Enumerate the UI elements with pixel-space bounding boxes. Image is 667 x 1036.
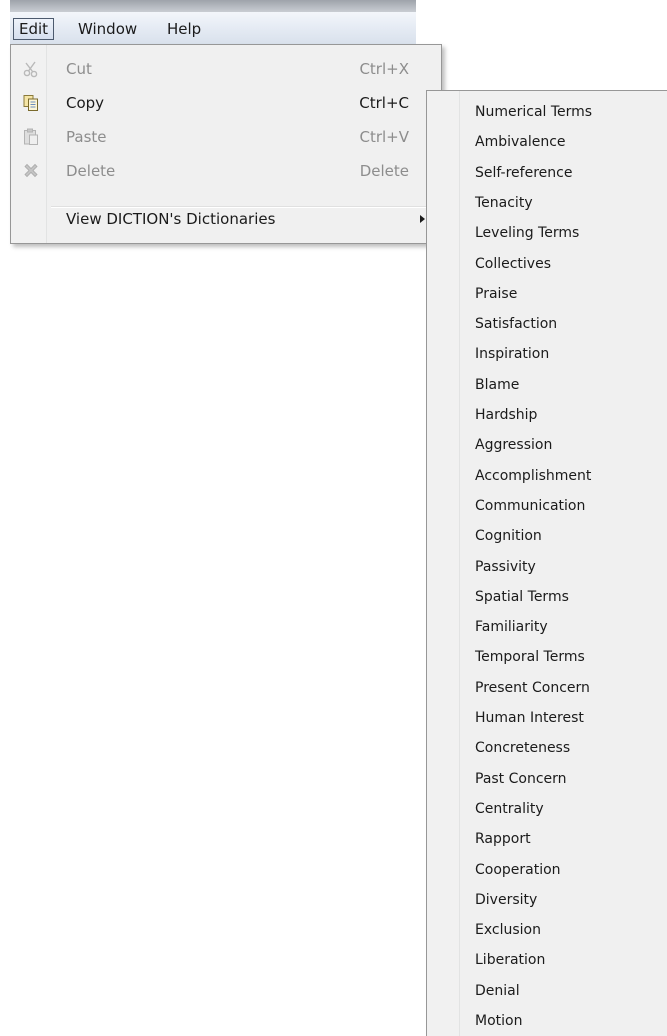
menu-item-copy[interactable]: Copy Ctrl+C [13, 87, 439, 119]
dictionary-item-label: Cooperation [475, 861, 561, 878]
menu-help[interactable]: Help [162, 18, 206, 40]
dictionary-item-label: Centrality [475, 800, 544, 817]
dictionary-item-label: Exclusion [475, 922, 541, 939]
edit-dropdown-menu: Cut Ctrl+X Copy Ctrl+C Paste Ctrl+V Dele… [10, 44, 442, 244]
dictionary-item[interactable]: Denial [427, 976, 667, 1006]
dictionary-item[interactable]: Centrality [427, 794, 667, 824]
menu-item-paste[interactable]: Paste Ctrl+V [13, 121, 439, 153]
dictionary-item[interactable]: Aggression [427, 430, 667, 460]
menu-item-shortcut: Ctrl+C [359, 94, 409, 112]
dictionary-item-label: Denial [475, 982, 520, 999]
dictionary-item[interactable]: Ambivalence [427, 127, 667, 157]
dictionary-item-label: Human Interest [475, 710, 584, 726]
dictionary-item[interactable]: Diversity [427, 885, 667, 915]
dictionary-item[interactable]: Liberation [427, 945, 667, 975]
menu-item-cut[interactable]: Cut Ctrl+X [13, 53, 439, 85]
menu-bar: Edit Window Help [10, 12, 416, 45]
dictionary-item[interactable]: Tenacity [427, 188, 667, 218]
dictionary-item-label: Tenacity [475, 194, 533, 211]
dictionary-item-label: Numerical Terms [475, 104, 593, 120]
dictionary-item[interactable]: Familiarity [427, 612, 667, 642]
dictionary-item[interactable]: Passivity [427, 552, 667, 582]
dictionary-item[interactable]: Praise [427, 279, 667, 309]
dictionary-item-label: Spatial Terms [475, 588, 569, 605]
dictionary-item-label: Past Concern [475, 770, 567, 787]
delete-icon [22, 162, 40, 180]
dictionary-item-label: Self-reference [475, 164, 573, 181]
submenu-arrow-icon [420, 215, 425, 223]
dictionary-item-label: Temporal Terms [475, 649, 585, 666]
dictionary-item[interactable]: Human Interest [427, 703, 667, 733]
dictionary-item-label: Motion [475, 1013, 523, 1029]
dictionary-item[interactable]: Collectives [427, 249, 667, 279]
dictionary-item-label: Diversity [475, 891, 538, 908]
dictionary-item[interactable]: Communication [427, 491, 667, 521]
menu-item-shortcut: Ctrl+X [359, 60, 409, 78]
menu-window[interactable]: Window [73, 18, 142, 40]
dictionary-item-label: Blame [475, 376, 520, 393]
dictionary-item-label: Liberation [475, 952, 546, 969]
dictionary-item[interactable]: Motion [427, 1006, 667, 1036]
dictionary-item-label: Rapport [475, 831, 531, 848]
menu-item-label: Delete [66, 162, 116, 180]
dictionaries-submenu: Numerical Terms Ambivalence Self-reference… [426, 90, 667, 1036]
scissors-icon [22, 60, 40, 78]
menu-item-shortcut: Delete [359, 162, 409, 180]
dictionary-item[interactable]: Past Concern [427, 764, 667, 794]
dictionary-item[interactable]: Rapport [427, 824, 667, 854]
menu-item-label: Cut [66, 60, 92, 78]
dictionary-item[interactable]: Temporal Terms [427, 642, 667, 672]
dictionary-item[interactable]: Satisfaction [427, 309, 667, 339]
menu-item-label: View DICTION's Dictionaries [66, 210, 276, 228]
dictionary-item-label: Communication [475, 497, 586, 514]
menu-item-label: Paste [66, 128, 107, 146]
menu-item-delete[interactable]: Delete Delete [13, 155, 439, 187]
dictionary-item[interactable]: Leveling Terms [427, 218, 667, 248]
dictionary-item[interactable]: Spatial Terms [427, 582, 667, 612]
dictionary-item-label: Satisfaction [475, 316, 558, 333]
menu-item-shortcut: Ctrl+V [359, 128, 409, 146]
copy-icon [22, 94, 40, 112]
dictionary-item-label: Accomplishment [475, 467, 592, 484]
dictionary-item-label: Concreteness [475, 740, 571, 757]
dictionary-item-label: Ambivalence [475, 134, 566, 151]
dictionary-item[interactable]: Concreteness [427, 733, 667, 763]
dictionary-item-label: Praise [475, 285, 518, 302]
dictionary-item-label: Hardship [475, 407, 538, 423]
dictionary-item[interactable]: Self-reference [427, 158, 667, 188]
dictionary-item[interactable]: Cooperation [427, 855, 667, 885]
dictionary-item-label: Familiarity [475, 619, 548, 636]
title-bar-strip [10, 0, 416, 12]
menu-item-label: Copy [66, 94, 105, 112]
dictionary-item[interactable]: Accomplishment [427, 461, 667, 491]
dictionary-item-label: Leveling Terms [475, 225, 580, 242]
menu-item-view-dictionaries[interactable]: View DICTION's Dictionaries [13, 203, 439, 235]
dictionary-item-label: Passivity [475, 558, 536, 575]
dictionary-item-label: Present Concern [475, 679, 590, 696]
dictionary-item[interactable]: Blame [427, 370, 667, 400]
dictionary-item-label: Collectives [475, 255, 552, 272]
dictionary-item-label: Cognition [475, 528, 542, 545]
menu-edit[interactable]: Edit [13, 18, 55, 40]
dictionary-item[interactable]: Exclusion [427, 915, 667, 945]
dictionary-item[interactable]: Numerical Terms [427, 97, 667, 127]
dictionary-item[interactable]: Cognition [427, 521, 667, 551]
application-window: Edit Window Help Cut Ctrl+X Copy Ctrl+C … [0, 0, 667, 1036]
dictionary-item[interactable]: Present Concern [427, 673, 667, 703]
paste-icon [22, 128, 40, 146]
dictionary-item-label: Aggression [475, 437, 553, 454]
dictionary-item-label: Inspiration [475, 346, 550, 363]
dictionary-item[interactable]: Inspiration [427, 339, 667, 369]
dictionary-item[interactable]: Hardship [427, 400, 667, 430]
